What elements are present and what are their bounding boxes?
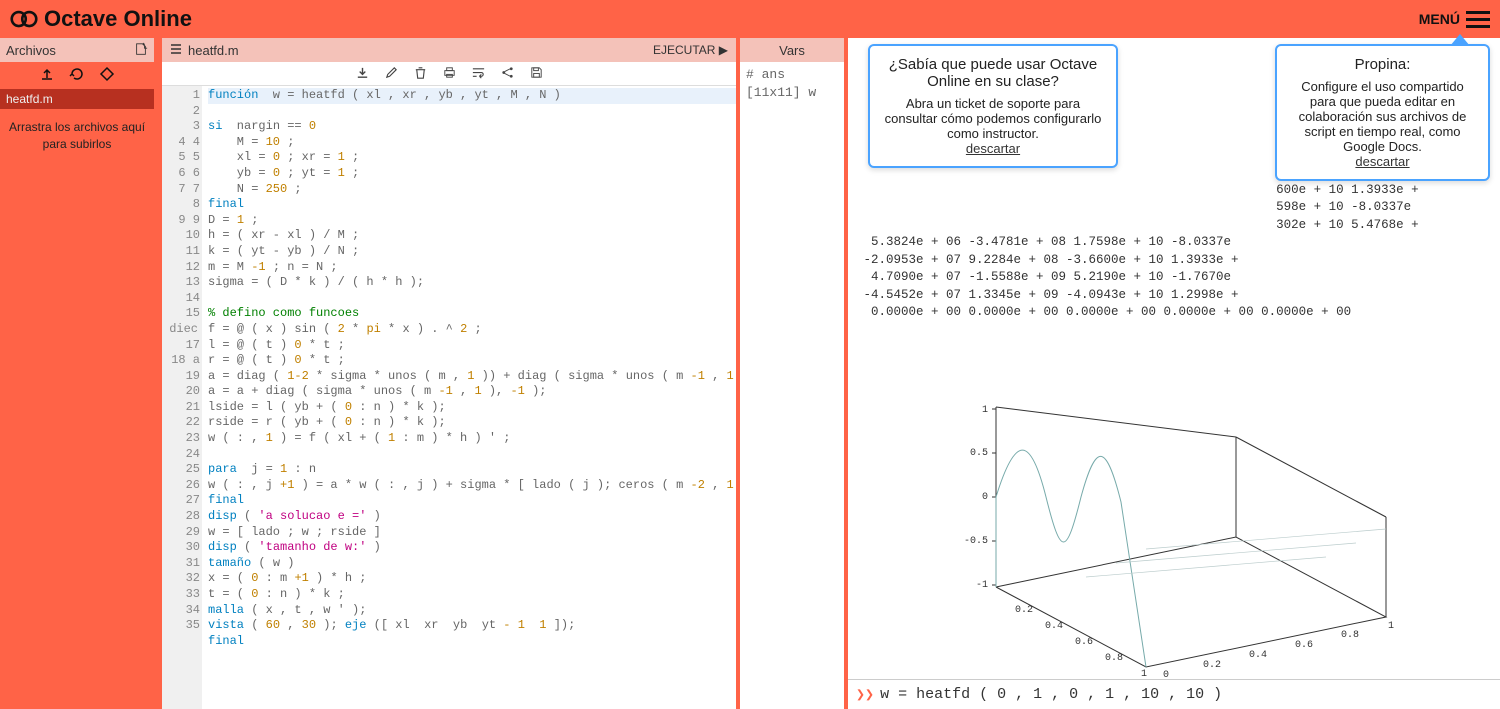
editor-toolbar — [162, 62, 736, 86]
svg-text:0.4: 0.4 — [1045, 621, 1063, 632]
svg-text:1: 1 — [982, 405, 988, 416]
svg-text:0.8: 0.8 — [1341, 630, 1359, 641]
save-icon[interactable] — [529, 65, 544, 83]
top-bar: Octave Online MENÚ — [0, 0, 1500, 38]
editor-panel: heatfd.m EJECUTAR ▶ 1 2 3 4 4 5 5 6 6 7 … — [158, 38, 736, 709]
files-header: Archivos — [0, 38, 154, 62]
drop-hint: Arrastra los archivos aquí para subirlos — [0, 109, 154, 163]
svg-text:1: 1 — [1141, 669, 1147, 680]
tip1-title: ¿Sabía que puede usar Octave Online en s… — [884, 56, 1102, 90]
tip-classroom: ¿Sabía que puede usar Octave Online en s… — [868, 44, 1118, 168]
tip2-title: Propina: — [1291, 56, 1474, 73]
gutter: 1 2 3 4 4 5 5 6 6 7 7 8 9 9 10 11 12 13 … — [162, 86, 202, 709]
code-editor[interactable]: 1 2 3 4 4 5 5 6 6 7 7 8 9 9 10 11 12 13 … — [162, 86, 736, 709]
editor-filename: heatfd.m — [188, 43, 239, 58]
svg-text:0.2: 0.2 — [1203, 660, 1221, 671]
svg-text:0.6: 0.6 — [1075, 637, 1093, 648]
edit-icon[interactable] — [384, 65, 399, 83]
tip1-dismiss[interactable]: descartar — [966, 141, 1020, 156]
code-lines[interactable]: función w = heatfd ( xl , xr , yb , yt ,… — [202, 86, 736, 709]
print-icon[interactable] — [442, 65, 457, 83]
files-sidebar: Archivos heatfd.m Arrastra los archivos … — [0, 38, 158, 709]
link-icon[interactable] — [99, 66, 115, 85]
logo-icon — [10, 5, 38, 33]
svg-text:0.6: 0.6 — [1295, 640, 1313, 651]
vars-title: Vars — [740, 38, 844, 62]
tip-sharing: Propina: Configure el uso compartido par… — [1275, 44, 1490, 181]
hamburger-icon — [1466, 11, 1490, 28]
command-prompt[interactable]: ❯❯ w = heatfd ( 0 , 1 , 0 , 1 , 10 , 10 … — [848, 679, 1500, 709]
file-item-heatfd[interactable]: heatfd.m — [0, 89, 154, 109]
share-icon[interactable] — [500, 65, 515, 83]
hamburger-small-icon[interactable] — [170, 43, 182, 58]
new-file-icon[interactable] — [134, 42, 148, 59]
menu-label: MENÚ — [1419, 11, 1460, 27]
svg-text:-0.5: -0.5 — [964, 536, 988, 547]
svg-text:0: 0 — [982, 492, 988, 503]
svg-text:0: 0 — [1163, 670, 1169, 680]
download-icon[interactable] — [355, 65, 370, 83]
tip-arrow-icon — [1450, 34, 1470, 46]
trash-icon[interactable] — [413, 65, 428, 83]
svg-text:0.5: 0.5 — [970, 448, 988, 459]
prompt-icon: ❯❯ — [856, 685, 874, 704]
editor-header: heatfd.m EJECUTAR ▶ — [162, 38, 736, 62]
run-button[interactable]: EJECUTAR ▶ — [653, 43, 728, 57]
vars-body: # ans [11x11] w — [740, 62, 844, 106]
upload-icon[interactable] — [39, 66, 55, 85]
var-ans[interactable]: # ans — [746, 66, 838, 84]
output-panel: 00e + 00 0.0000e + 0 943e + 10 1.2998e +… — [844, 38, 1500, 709]
prompt-input[interactable]: w = heatfd ( 0 , 1 , 0 , 1 , 10 , 10 ) — [880, 686, 1222, 703]
refresh-icon[interactable] — [69, 66, 85, 85]
app-title: Octave Online — [44, 6, 192, 32]
menu-button[interactable]: MENÚ — [1419, 11, 1490, 28]
var-w[interactable]: [11x11] w — [746, 84, 838, 102]
tip2-body: Configure el uso compartido para que pue… — [1291, 79, 1474, 154]
files-title: Archivos — [6, 43, 56, 58]
svg-text:1: 1 — [1388, 621, 1394, 632]
logo[interactable]: Octave Online — [10, 5, 192, 33]
svg-text:0.8: 0.8 — [1105, 653, 1123, 664]
tip1-body: Abra un ticket de soporte para consultar… — [884, 96, 1102, 141]
svg-text:0.4: 0.4 — [1249, 650, 1267, 661]
svg-text:-1: -1 — [976, 580, 988, 591]
vars-panel: Vars # ans [11x11] w — [736, 38, 844, 709]
surface-plot[interactable]: 1 0.5 0 -0.5 -1 — [916, 377, 1416, 680]
wrap-icon[interactable] — [471, 65, 486, 83]
svg-text:0.2: 0.2 — [1015, 605, 1033, 616]
files-toolbar — [0, 62, 154, 89]
tip2-dismiss[interactable]: descartar — [1355, 154, 1409, 169]
